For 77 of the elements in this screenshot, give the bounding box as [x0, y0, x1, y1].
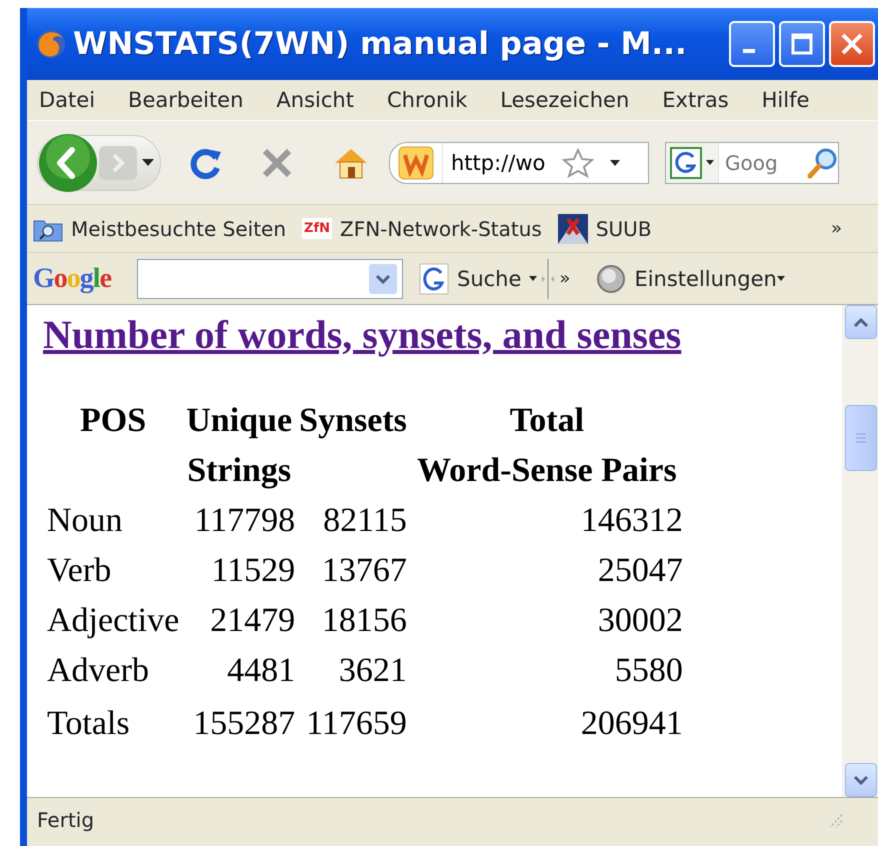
address-bar[interactable]: http://wo	[389, 142, 649, 184]
address-dropdown-icon[interactable]	[610, 160, 620, 166]
table-cell: 117798	[194, 502, 296, 539]
menu-item[interactable]: Chronik	[386, 88, 484, 112]
table-cell: 82115	[323, 502, 407, 539]
settings-icon[interactable]	[596, 264, 626, 294]
google-g-icon	[419, 262, 449, 294]
section-heading-link[interactable]: Number of words, synsets, and senses	[43, 312, 682, 357]
row-label: Noun	[47, 502, 123, 539]
more-bookmarks-button[interactable]: »	[830, 218, 842, 239]
scroll-up-button[interactable]	[844, 305, 876, 339]
table-cell: 21479	[210, 602, 296, 639]
menu-item[interactable]: Bearbeiten	[128, 88, 260, 112]
table-cell: 155287	[193, 705, 296, 742]
window-title: WNSTATS(7WN) manual page - M...	[73, 26, 688, 62]
toolbar-search-field[interactable]	[137, 258, 403, 298]
table-cell: 117659	[306, 705, 407, 742]
grip-icon	[854, 433, 866, 443]
search-box[interactable]: Goog	[665, 142, 839, 184]
more-button[interactable]: »	[559, 268, 570, 289]
favicon: ZfN	[302, 218, 332, 239]
table-cell: 3621	[338, 652, 407, 689]
caret-icon	[706, 160, 714, 165]
site-favicon-icon	[398, 146, 434, 180]
maximize-button[interactable]	[779, 21, 825, 67]
row-label: Adverb	[47, 652, 149, 689]
menu-item[interactable]: Datei	[39, 88, 112, 112]
table-cell: 4481	[227, 652, 296, 689]
history-dropdown-icon[interactable]	[142, 158, 154, 166]
scrollbar-thumb[interactable]	[844, 405, 876, 471]
row-label: Adjective	[47, 602, 180, 639]
chevron-down-icon	[852, 775, 868, 785]
dropdown-button[interactable]	[368, 262, 398, 294]
back-button[interactable]	[38, 132, 98, 192]
column-header: Unique	[186, 402, 292, 439]
bookmark-link[interactable]: ZFN-Network-Status	[340, 216, 542, 240]
resize-handle-icon[interactable]	[541, 258, 556, 298]
search-icon[interactable]	[807, 146, 839, 178]
bookmark-link[interactable]: Meistbesuchte Seiten	[71, 216, 286, 240]
google-g-icon	[670, 146, 702, 178]
table-cell: 30002	[598, 602, 683, 639]
google-logo: Google	[33, 262, 111, 294]
column-header: Synsets	[299, 402, 407, 439]
column-header: Total	[510, 402, 584, 439]
scroll-down-button[interactable]	[844, 763, 876, 797]
minimize-button[interactable]	[729, 21, 775, 67]
column-header: Strings	[187, 452, 292, 489]
browser-logo-icon	[35, 28, 67, 60]
settings-dropdown-icon[interactable]	[776, 276, 785, 281]
search-engine-button[interactable]	[666, 142, 719, 182]
status-text: Fertig	[37, 808, 94, 832]
close-icon	[839, 31, 865, 57]
table-cell: 18156	[322, 602, 407, 639]
column-header: POS	[80, 402, 146, 439]
row-label: Totals	[47, 705, 130, 742]
menu-item[interactable]: Extras	[662, 88, 745, 112]
minimize-icon	[743, 49, 755, 53]
chevron-up-icon	[852, 317, 868, 327]
table-cell: 206941	[580, 705, 683, 742]
library-icon	[558, 214, 588, 244]
menu-item[interactable]: Lesezeichen	[500, 88, 646, 112]
settings-button[interactable]: Einstellungen	[634, 266, 777, 290]
row-label: Verb	[47, 552, 112, 589]
table-cell: 13767	[322, 552, 407, 589]
menu-item[interactable]: Ansicht	[276, 88, 370, 112]
search-button[interactable]: Suche	[457, 266, 522, 290]
search-dropdown-icon[interactable]	[529, 276, 538, 281]
bookmark-link[interactable]: SUUB	[596, 216, 652, 240]
close-button[interactable]	[829, 21, 875, 67]
bookmark-star-icon[interactable]	[562, 148, 594, 178]
maximize-icon	[790, 32, 814, 56]
table-cell: 5580	[614, 652, 683, 689]
column-header: Word-Sense Pairs	[417, 452, 677, 489]
table-cell: 25047	[598, 552, 683, 589]
table-cell: 146312	[580, 502, 683, 539]
table-cell: 11529	[211, 552, 296, 589]
menu-item[interactable]: Hilfe	[762, 88, 826, 112]
